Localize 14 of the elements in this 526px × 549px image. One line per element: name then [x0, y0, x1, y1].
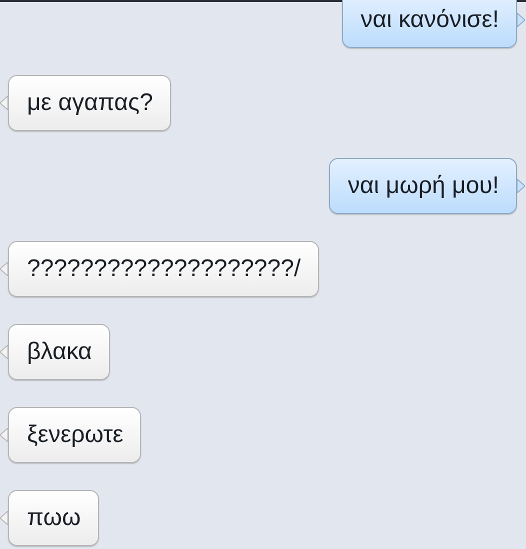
bubble-tail-icon: [517, 179, 525, 193]
bubble-tail-icon: [0, 428, 8, 442]
message-bubble: ναι μωρή μου!: [328, 158, 517, 214]
bubble-tail-icon: [517, 13, 525, 27]
bubble-tail-icon: [0, 262, 8, 276]
message-bubble: πωω: [8, 490, 99, 546]
bubble-tail-icon: [0, 96, 8, 110]
message-bubble: ναι κανόνισε!: [342, 0, 517, 48]
message-bubble: ????????????????????/: [8, 241, 319, 297]
bubble-tail-icon: [0, 345, 8, 359]
message-bubble: βλακα: [8, 324, 110, 380]
message-bubble: ξενερωτε: [8, 407, 142, 463]
bubble-tail-icon: [0, 511, 8, 525]
message-bubble: με αγαπας?: [8, 75, 171, 131]
